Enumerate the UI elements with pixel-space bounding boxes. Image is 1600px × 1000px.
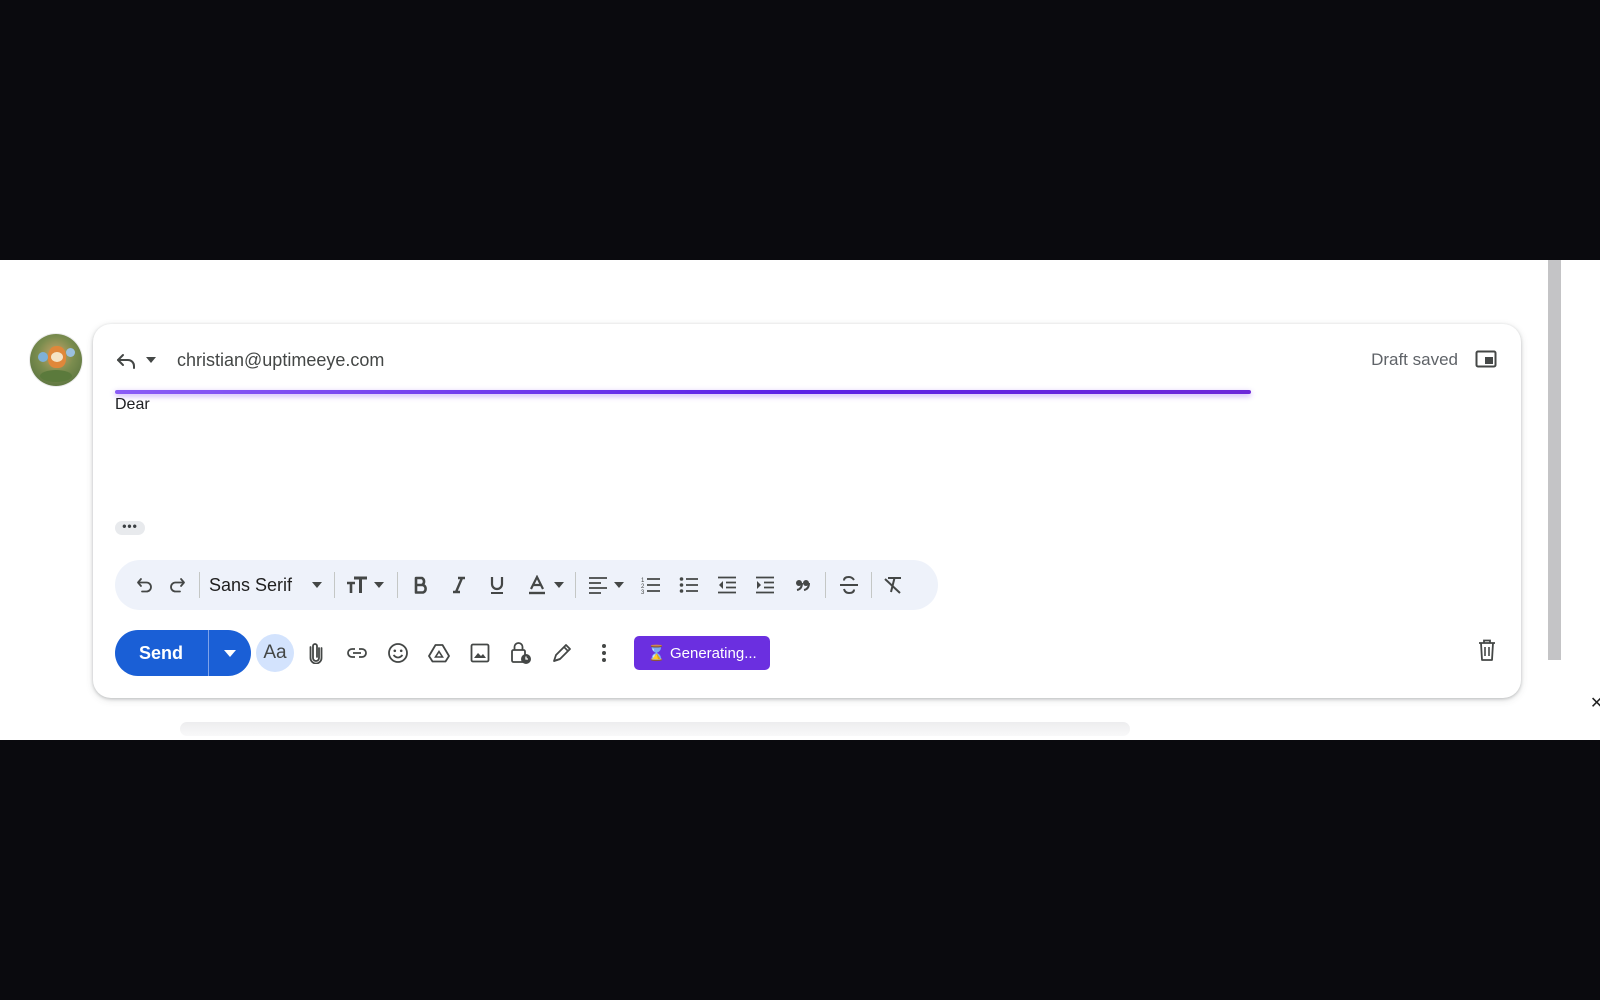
send-options-button[interactable] [209,630,251,676]
toolbar-divider [575,572,576,598]
photo-icon[interactable] [461,634,499,672]
undo-icon[interactable] [131,560,159,610]
generating-label: Generating... [669,644,757,662]
recipient-field[interactable]: christian@uptimeeye.com [177,348,384,372]
signature-icon[interactable] [543,634,581,672]
dropdown-caret-icon[interactable] [146,356,156,364]
message-body[interactable]: Dear [115,394,150,416]
link-icon[interactable] [338,634,376,672]
generation-progress-bar [115,390,1251,394]
toolbar-divider [871,572,872,598]
text-color-icon[interactable] [523,560,551,610]
font-family-label: Sans Serif [209,574,293,595]
indent-more-icon[interactable] [751,560,779,610]
drive-icon[interactable] [420,634,458,672]
popout-icon[interactable] [1475,350,1497,368]
redo-icon[interactable] [163,560,191,610]
show-trimmed-content-button[interactable]: ••• [115,520,145,535]
reply-area: ✕ christian@uptimeeye.com Draft saved De… [0,260,1600,740]
send-button-group: Send [115,630,251,676]
font-family-select[interactable]: Sans Serif [209,560,299,610]
formatting-options-button[interactable]: Aa [256,634,294,672]
compose-card: christian@uptimeeye.com Draft saved Dear… [93,324,1521,698]
remove-formatting-icon[interactable] [879,560,907,610]
italic-icon[interactable] [445,560,473,610]
strikethrough-icon[interactable] [835,560,863,610]
generating-status-button[interactable]: ⌛ Generating... [634,636,770,670]
text-size-caret-icon[interactable] [371,560,387,610]
toolbar-divider [825,572,826,598]
svg-text:3: 3 [641,590,645,594]
draft-status: Draft saved [1371,350,1458,369]
emoji-icon[interactable] [379,634,417,672]
send-button[interactable]: Send [115,630,207,676]
text-size-icon[interactable] [343,560,371,610]
reply-icon[interactable] [115,352,137,370]
toolbar-divider [397,572,398,598]
text-color-caret-icon[interactable] [551,560,567,610]
avatar[interactable] [30,334,82,386]
attach-icon[interactable] [297,634,335,672]
indent-less-icon[interactable] [713,560,741,610]
dropdown-caret-icon [224,649,236,657]
align-caret-icon[interactable] [611,560,627,610]
confidential-mode-icon[interactable] [502,634,540,672]
close-icon[interactable]: ✕ [1590,696,1600,712]
align-icon[interactable] [585,560,611,610]
scrollbar-thumb[interactable] [1548,260,1561,660]
hourglass-icon: ⌛ [647,645,666,662]
trash-icon[interactable] [1477,638,1497,662]
toolbar-divider [334,572,335,598]
underline-icon[interactable] [483,560,511,610]
bold-icon[interactable] [407,560,435,610]
formatting-options-label: Aa [263,642,287,663]
more-options-icon[interactable] [589,634,619,672]
bulleted-list-icon[interactable] [675,560,703,610]
toolbar-divider [199,572,200,598]
card-shadow [180,722,1130,736]
quote-icon[interactable] [789,560,817,610]
numbered-list-icon[interactable]: 123 [637,560,665,610]
formatting-toolbar: Sans Serif 1 2 3 [115,560,938,610]
font-family-caret-icon[interactable] [309,560,325,610]
